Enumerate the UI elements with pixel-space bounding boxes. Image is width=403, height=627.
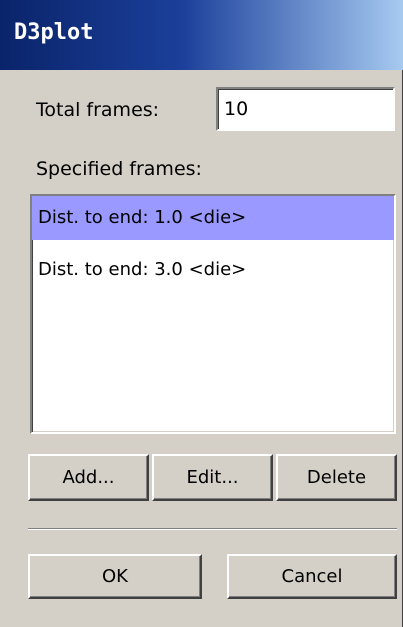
- title-bar[interactable]: D3plot: [0, 0, 403, 70]
- edit-button[interactable]: Edit...: [152, 454, 273, 501]
- d3plot-dialog: D3plot Total frames: Specified frames: D…: [0, 0, 403, 627]
- specified-frames-list[interactable]: Dist. to end: 1.0 <die> Dist. to end: 3.…: [30, 194, 396, 434]
- separator: [28, 528, 397, 530]
- list-item[interactable]: Dist. to end: 3.0 <die>: [32, 248, 394, 292]
- delete-button[interactable]: Delete: [276, 454, 397, 501]
- total-frames-input[interactable]: [216, 87, 395, 131]
- window-title: D3plot: [14, 20, 94, 45]
- list-item[interactable]: Dist. to end: 1.0 <die>: [32, 196, 394, 240]
- specified-frames-label: Specified frames:: [36, 158, 202, 180]
- ok-button[interactable]: OK: [28, 554, 202, 599]
- total-frames-label: Total frames:: [36, 99, 160, 121]
- add-button[interactable]: Add...: [28, 454, 149, 501]
- cancel-button[interactable]: Cancel: [227, 554, 397, 599]
